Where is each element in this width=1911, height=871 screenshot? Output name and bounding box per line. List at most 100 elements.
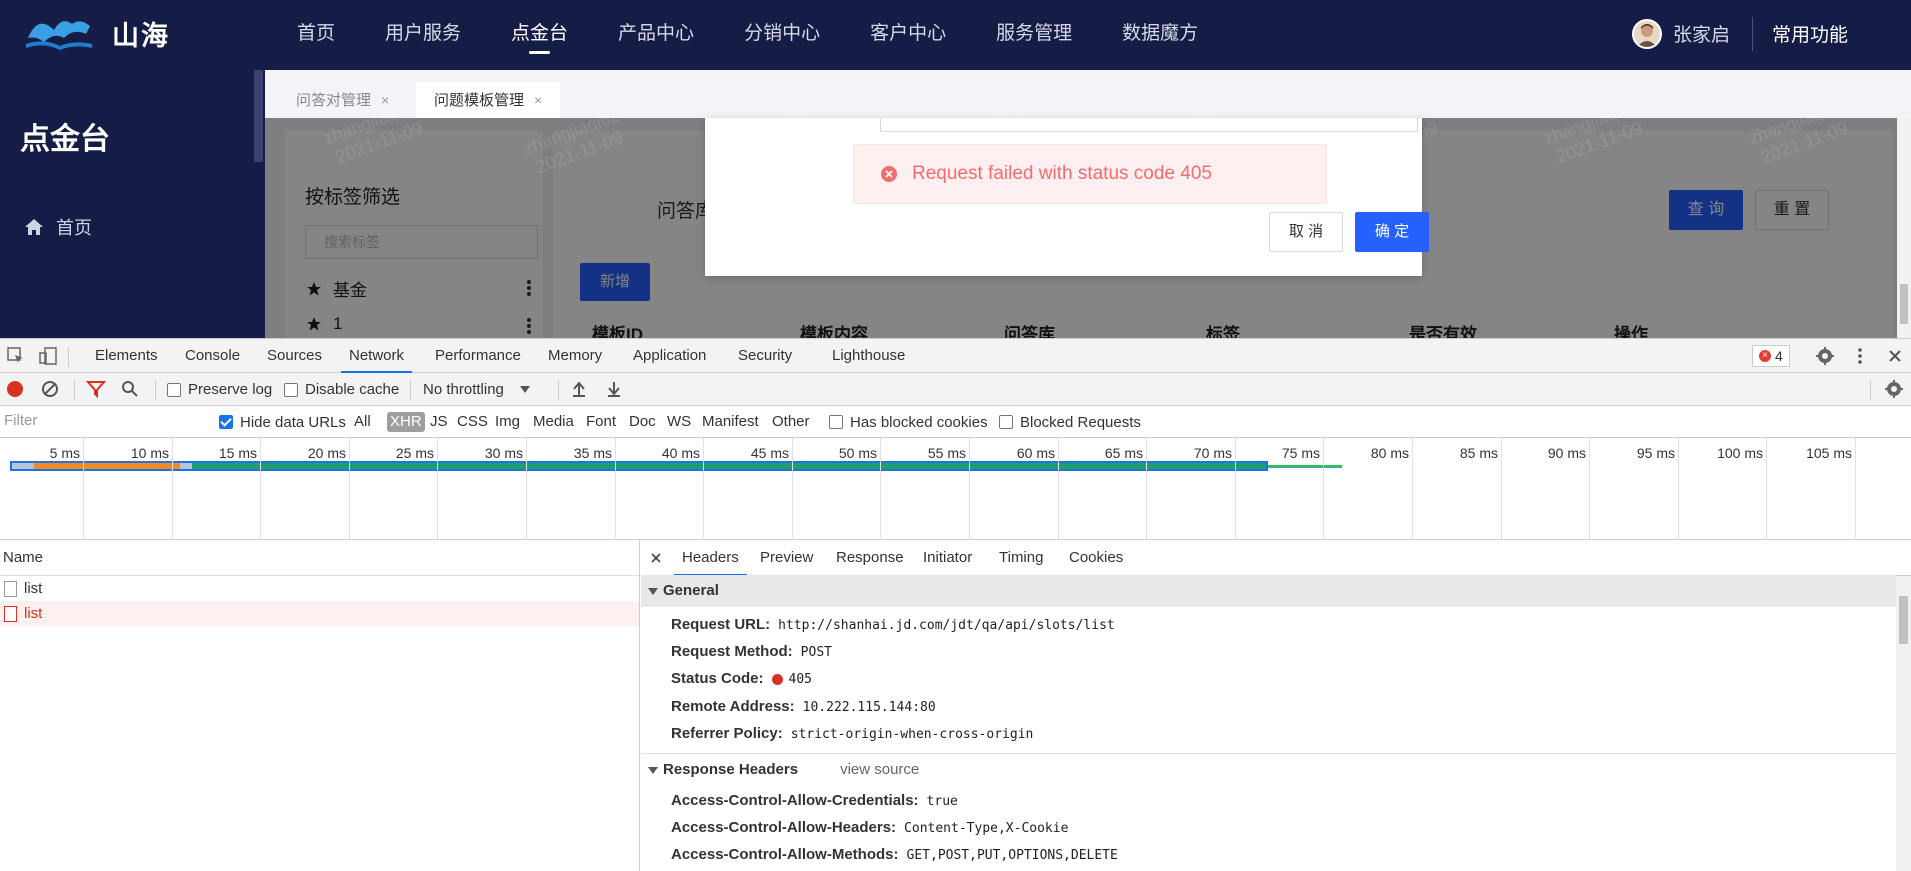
filter-type-other[interactable]: Other xyxy=(772,406,810,438)
cancel-button[interactable]: 取 消 xyxy=(1269,212,1343,252)
filter-type-ws[interactable]: WS xyxy=(667,406,691,438)
checkbox[interactable] xyxy=(219,415,233,429)
tab-sources[interactable]: Sources xyxy=(267,339,322,373)
error-count-badge[interactable]: × 4 xyxy=(1752,345,1790,367)
nav-customer-center[interactable]: 客户中心 xyxy=(870,0,946,70)
network-timeline-overview[interactable]: 5 ms 10 ms 15 ms 20 ms 25 ms 30 ms 35 ms 40 ms 4… xyxy=(0,438,1911,540)
checkbox[interactable] xyxy=(829,415,843,429)
nav-dianjintai[interactable]: 点金台 xyxy=(511,0,568,70)
confirm-button[interactable]: 确 定 xyxy=(1355,212,1429,252)
general-section-header[interactable]: General xyxy=(641,575,1896,607)
timeline-gridline xyxy=(83,438,84,540)
nav-distribution-center[interactable]: 分销中心 xyxy=(744,0,820,70)
user-name[interactable]: 张家启 xyxy=(1673,20,1730,47)
checkbox[interactable] xyxy=(284,382,298,397)
blocked-requests-checkbox[interactable]: Blocked Requests xyxy=(999,406,1141,438)
device-toolbar-icon[interactable] xyxy=(38,346,58,366)
close-devtools-icon[interactable] xyxy=(1885,346,1905,366)
tab-elements[interactable]: Elements xyxy=(95,339,158,373)
has-blocked-cookies-checkbox[interactable]: Has blocked cookies xyxy=(829,406,988,438)
template-content-textarea[interactable] xyxy=(880,118,1418,132)
scrollbar-thumb[interactable] xyxy=(1899,596,1908,644)
name-column-header[interactable]: Name xyxy=(0,540,639,576)
tab-lighthouse[interactable]: Lighthouse xyxy=(832,339,905,373)
collapse-triangle-icon xyxy=(648,766,658,774)
checkbox[interactable] xyxy=(999,415,1013,429)
checkbox[interactable] xyxy=(167,382,181,397)
detail-scrollbar[interactable] xyxy=(1896,576,1911,871)
filter-type-js[interactable]: JS xyxy=(430,406,448,438)
remote-address-row: Remote Address: 10.222.115.144:80 xyxy=(671,697,936,717)
network-settings-gear-icon[interactable] xyxy=(1884,379,1904,399)
timeline-bar-waiting xyxy=(12,463,192,469)
disable-cache-checkbox[interactable]: Disable cache xyxy=(284,373,399,406)
filter-type-doc[interactable]: Doc xyxy=(629,406,656,438)
request-row[interactable]: list xyxy=(0,576,639,601)
tab-network[interactable]: Network xyxy=(340,339,413,373)
timeline-tick-label: 105 ms xyxy=(1806,445,1852,461)
filter-type-css[interactable]: CSS xyxy=(457,406,488,438)
tab-initiator[interactable]: Initiator xyxy=(923,540,972,576)
tab-security[interactable]: Security xyxy=(738,339,792,373)
filter-type-img[interactable]: Img xyxy=(495,406,520,438)
tab-timing[interactable]: Timing xyxy=(999,540,1043,576)
view-source-link[interactable]: view source xyxy=(840,761,919,778)
scrollbar-thumb[interactable] xyxy=(1900,284,1908,324)
filter-type-manifest[interactable]: Manifest xyxy=(702,406,759,438)
avatar[interactable] xyxy=(1632,19,1662,49)
filter-input[interactable]: Filter xyxy=(0,408,204,434)
search-icon[interactable] xyxy=(120,379,140,399)
tab-headers[interactable]: Headers xyxy=(674,540,747,576)
timeline-gridline xyxy=(615,438,616,540)
record-icon[interactable] xyxy=(5,379,25,399)
timeline-gridline xyxy=(880,438,881,540)
sidebar-scrollbar[interactable] xyxy=(254,70,263,162)
nav-user-service[interactable]: 用户服务 xyxy=(385,0,461,70)
tab-application[interactable]: Application xyxy=(633,339,706,373)
export-har-icon[interactable] xyxy=(604,379,624,399)
settings-gear-icon[interactable] xyxy=(1815,346,1835,366)
close-icon[interactable]: × xyxy=(534,92,542,108)
timeline-tick-label: 75 ms xyxy=(1281,445,1320,461)
request-row-failed[interactable]: list xyxy=(0,601,639,626)
network-filter-bar: Filter Hide data URLs All XHR JS CSS Img… xyxy=(0,406,1911,438)
tab-performance[interactable]: Performance xyxy=(435,339,521,373)
inspect-element-icon[interactable] xyxy=(6,346,26,366)
filter-icon[interactable] xyxy=(86,379,106,399)
nav-home[interactable]: 首页 xyxy=(297,0,335,70)
tab-question-templates[interactable]: 问题模板管理 × xyxy=(416,82,561,118)
content-scrollbar[interactable] xyxy=(1897,118,1911,338)
shanhai-logo[interactable] xyxy=(24,8,94,52)
hide-data-urls-checkbox[interactable]: Hide data URLs xyxy=(219,406,346,438)
timeline-gridline xyxy=(969,438,970,540)
request-method-row: Request Method: POST xyxy=(671,642,832,662)
timeline-bar-tail-blue xyxy=(1268,467,1342,468)
tab-qa-pairs[interactable]: 问答对管理 × xyxy=(278,82,407,118)
more-options-icon[interactable] xyxy=(1850,346,1870,366)
filter-type-media[interactable]: Media xyxy=(533,406,574,438)
preserve-log-checkbox[interactable]: Preserve log xyxy=(167,373,272,406)
referrer-policy-row: Referrer Policy: strict-origin-when-cross… xyxy=(671,724,1033,744)
tab-memory[interactable]: Memory xyxy=(548,339,602,373)
filter-type-xhr[interactable]: XHR xyxy=(387,412,425,432)
error-icon: × xyxy=(1759,350,1771,362)
clear-icon[interactable] xyxy=(40,379,60,399)
filter-type-all[interactable]: All xyxy=(354,406,371,438)
throttling-select[interactable]: No throttling xyxy=(423,373,530,406)
tab-response[interactable]: Response xyxy=(836,540,904,576)
header-value: POST xyxy=(800,645,832,660)
timeline-gridline xyxy=(1058,438,1059,540)
sidebar-item-home[interactable]: 首页 xyxy=(24,214,92,240)
import-har-icon[interactable] xyxy=(569,379,589,399)
close-icon[interactable]: × xyxy=(381,92,389,108)
response-headers-section-header[interactable]: Response Headers view source xyxy=(641,754,1896,786)
filter-type-font[interactable]: Font xyxy=(586,406,616,438)
nav-service-management[interactable]: 服务管理 xyxy=(996,0,1072,70)
nav-product-center[interactable]: 产品中心 xyxy=(618,0,694,70)
tab-console[interactable]: Console xyxy=(185,339,240,373)
common-functions-menu[interactable]: 常用功能 xyxy=(1772,20,1848,47)
tab-preview[interactable]: Preview xyxy=(760,540,813,576)
close-detail-icon[interactable] xyxy=(650,552,662,564)
tab-cookies[interactable]: Cookies xyxy=(1069,540,1123,576)
nav-data-cube[interactable]: 数据魔方 xyxy=(1122,0,1198,70)
